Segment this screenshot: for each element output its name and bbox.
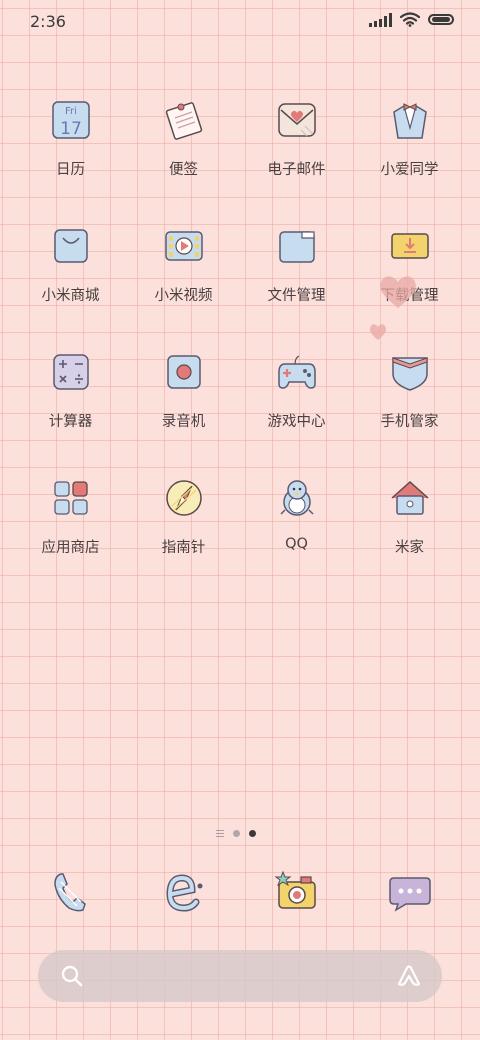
app-xiaoai[interactable]: 小爱同学	[353, 96, 466, 222]
app-security[interactable]: 手机管家	[353, 348, 466, 474]
app-mi-store[interactable]: 小米商城	[14, 222, 127, 348]
app-mi-video[interactable]: 小米视频	[127, 222, 240, 348]
app-recorder[interactable]: 录音机	[127, 348, 240, 474]
folder-icon	[278, 231, 315, 263]
search-bar[interactable]	[38, 950, 442, 1002]
recorder-icon	[166, 355, 201, 389]
app-label: QQ	[285, 536, 308, 552]
calendar-day: Fri	[65, 106, 77, 117]
app-notes[interactable]: 便签	[127, 96, 240, 222]
wifi-icon	[400, 12, 420, 27]
app-mail[interactable]: 电子邮件	[240, 96, 353, 222]
app-store-icon	[53, 481, 88, 515]
app-label: 小爱同学	[380, 162, 439, 178]
status-bar: 2:36	[0, 0, 480, 40]
app-label: 应用商店	[41, 540, 100, 556]
camera-icon	[274, 870, 316, 909]
voice-assistant-icon[interactable]	[396, 964, 422, 988]
app-qq[interactable]: QQ	[240, 474, 353, 600]
app-grid: Fri 17 日历 便签 电子邮件 小爱同学 小米商城 小米视频 文件管理 计算…	[14, 96, 466, 600]
dock-messages[interactable]	[353, 868, 466, 916]
app-label: 便签	[169, 162, 198, 178]
notes-icon	[165, 102, 202, 140]
app-label: 电子邮件	[267, 162, 326, 178]
dock	[14, 868, 466, 916]
calendar-icon: Fri 17	[51, 101, 90, 139]
app-label: 计算器	[48, 414, 93, 430]
page-dot	[233, 830, 240, 837]
heart-icon	[369, 276, 416, 340]
app-calculator[interactable]: 计算器	[14, 348, 127, 474]
app-label: 文件管理	[267, 288, 326, 304]
assistant-icon	[392, 103, 427, 139]
app-label: 录音机	[161, 414, 206, 430]
app-mi-home[interactable]: 米家	[353, 474, 466, 600]
gamepad-icon	[277, 355, 316, 389]
browser-icon	[165, 874, 202, 912]
shield-icon	[391, 357, 428, 391]
battery-icon	[428, 14, 454, 25]
dock-camera[interactable]	[240, 868, 353, 916]
status-time: 2:36	[30, 12, 66, 31]
phone-icon	[53, 873, 86, 912]
status-icons	[369, 12, 454, 27]
mail-icon	[277, 103, 316, 137]
app-label: 手机管家	[380, 414, 439, 430]
page-indicator[interactable]	[216, 830, 256, 837]
app-calendar[interactable]: Fri 17 日历	[14, 96, 127, 222]
app-label: 小米商城	[41, 288, 100, 304]
app-game-center[interactable]: 游戏中心	[240, 348, 353, 474]
compass-icon	[165, 480, 202, 516]
app-label: 游戏中心	[267, 414, 326, 430]
search-icon[interactable]	[60, 964, 84, 988]
app-files[interactable]: 文件管理	[240, 222, 353, 348]
messages-icon	[388, 877, 431, 912]
app-label: 小米视频	[154, 288, 213, 304]
calculator-icon	[52, 354, 89, 390]
download-icon	[390, 233, 429, 259]
dock-browser[interactable]	[127, 868, 240, 916]
page-dot-active	[249, 830, 256, 837]
store-icon	[53, 229, 88, 263]
app-label: 指南针	[161, 540, 206, 556]
dock-phone[interactable]	[14, 868, 127, 916]
app-compass[interactable]: 指南针	[127, 474, 240, 600]
penguin-icon	[279, 480, 314, 516]
page-indicator-menu-icon	[216, 830, 224, 837]
app-app-store[interactable]: 应用商店	[14, 474, 127, 600]
calendar-date: 17	[60, 119, 82, 139]
signal-icon	[369, 12, 392, 27]
app-label: 米家	[395, 540, 424, 556]
video-icon	[164, 231, 203, 261]
app-label: 日历	[56, 162, 85, 178]
home-icon	[391, 480, 428, 515]
